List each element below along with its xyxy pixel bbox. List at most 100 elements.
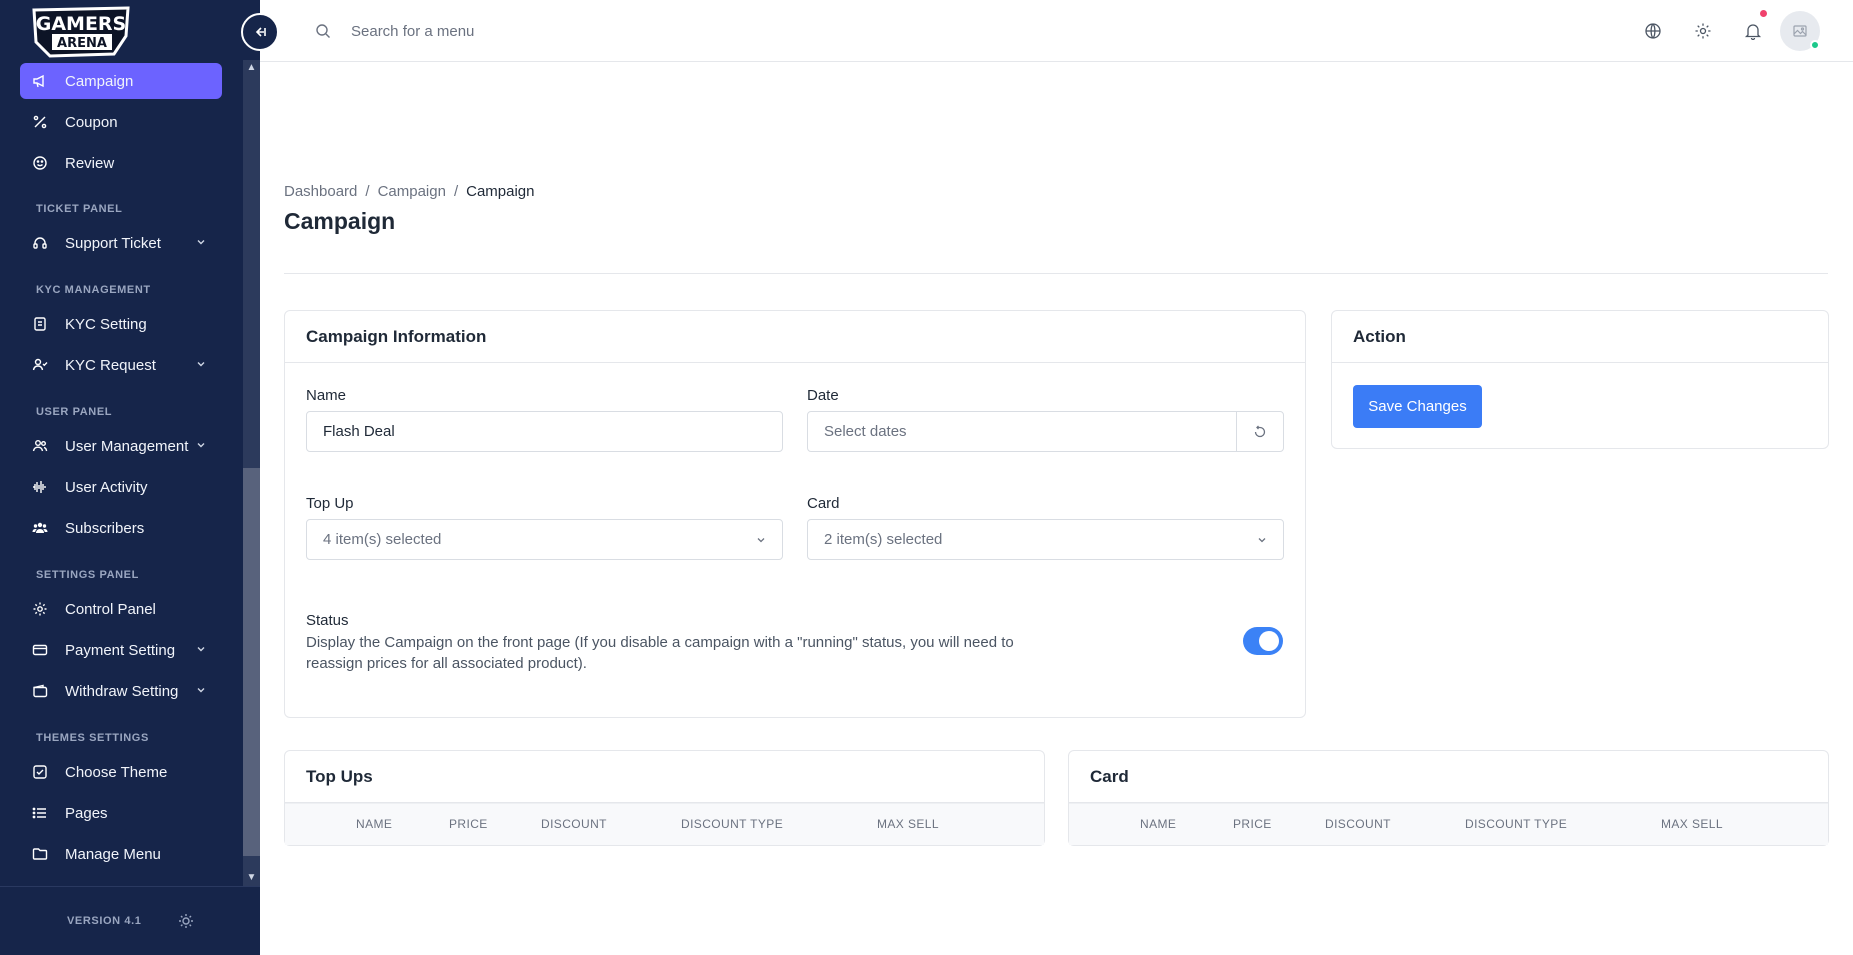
section-title-themes-settings: THEMES SETTINGS <box>36 732 149 744</box>
date-input[interactable]: Select dates <box>807 411 1284 452</box>
percent-icon <box>32 114 48 130</box>
notification-dot <box>1760 10 1767 17</box>
smile-icon <box>32 155 48 171</box>
section-title-user-panel: USER PANEL <box>36 406 113 418</box>
sidebar-item-user-activity[interactable]: User Activity <box>20 469 222 505</box>
scrollbar-thumb[interactable] <box>243 468 260 856</box>
folder-icon <box>32 846 48 862</box>
divider <box>284 273 1828 274</box>
sidebar-item-label: Subscribers <box>65 519 145 537</box>
section-title-kyc-management: KYC MANAGEMENT <box>36 284 151 296</box>
gear-icon <box>32 601 48 617</box>
sidebar-item-subscribers[interactable]: Subscribers <box>20 510 222 546</box>
sidebar-item-payment-setting[interactable]: Payment Setting <box>20 632 222 668</box>
bell-icon[interactable] <box>1744 22 1762 40</box>
column-header-name: NAME <box>356 817 393 831</box>
topup-select[interactable]: 4 item(s) selected <box>306 519 783 560</box>
sidebar-scrollbar[interactable]: ▲ ▼ <box>243 60 260 886</box>
activity-icon <box>32 479 48 495</box>
name-input[interactable]: Flash Deal <box>306 411 783 452</box>
document-icon <box>32 316 48 332</box>
sidebar-item-user-management[interactable]: User Management <box>20 428 222 464</box>
sidebar-item-coupon[interactable]: Coupon <box>20 104 222 140</box>
sidebar-item-kyc-setting[interactable]: KYC Setting <box>20 306 222 342</box>
sidebar-item-manage-menu[interactable]: Manage Menu <box>20 836 222 872</box>
gear-icon[interactable] <box>1694 22 1712 40</box>
table-header: NAME PRICE DISCOUNT DISCOUNT TYPE MAX SE… <box>1069 803 1828 845</box>
sidebar-item-support-ticket[interactable]: Support Ticket <box>20 225 222 261</box>
save-changes-button[interactable]: Save Changes <box>1353 385 1482 428</box>
sidebar-item-withdraw-setting[interactable]: Withdraw Setting <box>20 673 222 709</box>
sidebar-nav: Campaign Coupon Review TICKET PANEL Supp… <box>0 60 243 886</box>
column-header-max-sell: MAX SELL <box>1661 817 1723 831</box>
breadcrumb-dashboard[interactable]: Dashboard <box>284 183 357 200</box>
card-selected-value: 2 item(s) selected <box>824 531 943 548</box>
card-label: Card <box>807 495 840 512</box>
date-reset-button[interactable] <box>1236 412 1283 451</box>
card-title: Campaign Information <box>285 311 1305 363</box>
sidebar-item-label: Campaign <box>65 72 134 90</box>
date-label: Date <box>807 387 839 404</box>
sidebar-item-label: User Activity <box>65 478 148 496</box>
sidebar-item-label: Payment Setting <box>65 641 176 659</box>
globe-icon[interactable] <box>1644 22 1662 40</box>
scroll-up-icon[interactable]: ▲ <box>243 60 260 76</box>
page-title: Campaign <box>284 208 396 234</box>
credit-card-icon <box>32 642 48 658</box>
sidebar-item-campaign[interactable]: Campaign <box>20 63 222 99</box>
toggle-knob <box>1259 631 1279 651</box>
sun-icon[interactable] <box>178 913 194 929</box>
breadcrumb-separator: / <box>365 183 370 200</box>
sidebar-item-pages[interactable]: Pages <box>20 795 222 831</box>
column-header-discount: DISCOUNT <box>1325 817 1391 831</box>
column-header-name: NAME <box>1140 817 1177 831</box>
card-select[interactable]: 2 item(s) selected <box>807 519 1284 560</box>
topup-selected-value: 4 item(s) selected <box>323 531 442 548</box>
image-placeholder-icon <box>1793 25 1807 37</box>
wallet-icon <box>32 683 48 699</box>
sidebar-item-label: Manage Menu <box>65 845 161 863</box>
sidebar-item-label: Choose Theme <box>65 763 168 781</box>
sidebar-item-label: Review <box>65 154 115 172</box>
topup-label: Top Up <box>306 495 354 512</box>
column-header-price: PRICE <box>1233 817 1272 831</box>
breadcrumb: Dashboard / Campaign / Campaign <box>284 183 534 200</box>
column-header-discount: DISCOUNT <box>541 817 607 831</box>
gamers-arena-logo[interactable]: GAMERS ARENA <box>30 6 132 58</box>
top-ups-table-card: Top Ups NAME PRICE DISCOUNT DISCOUNT TYP… <box>284 750 1045 846</box>
sidebar-item-control-panel[interactable]: Control Panel <box>20 591 222 627</box>
logo-text-top: GAMERS <box>36 13 127 35</box>
column-header-discount-type: DISCOUNT TYPE <box>1465 817 1568 831</box>
chevron-down-icon <box>757 538 765 543</box>
breadcrumb-separator: / <box>453 183 459 200</box>
check-square-icon <box>32 764 48 780</box>
refresh-icon <box>1254 425 1266 437</box>
status-toggle[interactable] <box>1243 627 1283 655</box>
breadcrumb-current: Campaign <box>466 183 535 200</box>
group-icon <box>32 520 48 536</box>
column-header-discount-type: DISCOUNT TYPE <box>681 817 784 831</box>
sidebar-item-kyc-request[interactable]: KYC Request <box>20 347 222 383</box>
card-title: Top Ups <box>285 751 1044 803</box>
table-header: NAME PRICE DISCOUNT DISCOUNT TYPE MAX SE… <box>285 803 1044 845</box>
megaphone-icon <box>32 73 48 89</box>
sidebar-footer: VERSION 4.1 <box>0 886 260 955</box>
sidebar-collapse-button[interactable] <box>241 13 279 51</box>
action-card: Action Save Changes <box>1331 310 1829 449</box>
sidebar-item-label: Pages <box>65 804 108 822</box>
search-input[interactable] <box>351 18 751 44</box>
sidebar-item-review[interactable]: Review <box>20 145 222 181</box>
section-title-ticket-panel: TICKET PANEL <box>36 203 123 215</box>
chevron-down-icon <box>1258 538 1266 543</box>
users-icon <box>32 438 48 454</box>
status-description: Display the Campaign on the front page (… <box>306 634 1014 672</box>
sidebar-item-label: Control Panel <box>65 600 156 618</box>
topbar <box>260 0 1853 62</box>
column-header-max-sell: MAX SELL <box>877 817 939 831</box>
scroll-down-icon[interactable]: ▼ <box>243 870 260 886</box>
card-title: Action <box>1332 311 1828 363</box>
search-icon <box>316 24 330 38</box>
breadcrumb-campaign[interactable]: Campaign <box>378 183 446 200</box>
chevron-down-icon <box>197 240 205 245</box>
sidebar-item-choose-theme[interactable]: Choose Theme <box>20 754 222 790</box>
